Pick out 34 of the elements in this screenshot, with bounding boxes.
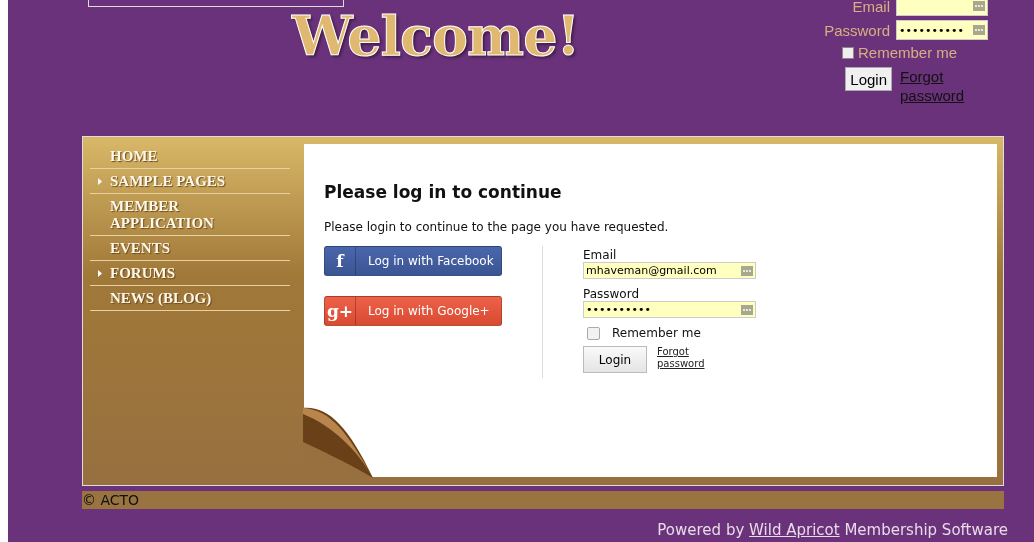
menu-item[interactable]: FORUMS <box>90 261 290 286</box>
password-label: Password <box>583 287 641 301</box>
keyboard-dots-icon <box>741 265 753 276</box>
email-field[interactable]: mhaveman@gmail.com <box>583 262 756 279</box>
powered-by-text: Powered by Wild Apricot Membership Software <box>656 521 1008 539</box>
menu-item[interactable]: EVENTS <box>90 236 290 261</box>
search-field[interactable] <box>88 0 344 7</box>
keyboard-dots-icon <box>973 25 985 35</box>
remember-checkbox[interactable] <box>842 47 854 59</box>
password-label: Password <box>823 21 890 39</box>
remember-label: Remember me <box>612 326 701 340</box>
menu-item[interactable]: NEWS (BLOG) <box>90 286 290 311</box>
keyboard-dots-icon <box>741 304 753 315</box>
facebook-login-button[interactable]: f Log in with Facebook <box>324 246 502 276</box>
page-curl-drawing <box>303 407 373 478</box>
wild-apricot-link[interactable]: Wild Apricot <box>749 521 840 539</box>
site-title: Welcome! <box>292 4 580 68</box>
copyright-text: © ACTO <box>82 491 1004 509</box>
email-label: Email <box>583 248 618 262</box>
remember-checkbox[interactable] <box>587 326 600 340</box>
google-login-button[interactable]: g+ Log in with Google+ <box>324 296 502 326</box>
login-button[interactable]: Login <box>845 67 892 91</box>
login-button[interactable]: Login <box>583 346 647 373</box>
password-field[interactable]: •••••••••• <box>896 20 988 40</box>
email-field[interactable] <box>896 0 988 16</box>
submenu-arrow-icon <box>98 270 102 277</box>
remember-label: Remember me <box>858 44 959 61</box>
login-heading: Please log in to continue <box>324 182 563 202</box>
submenu-arrow-icon <box>98 178 102 185</box>
keyboard-dots-icon <box>973 1 985 11</box>
forgot-password-link[interactable]: Forgot password <box>657 346 717 370</box>
intro-text: Please login to continue to the page you have requested. <box>324 220 670 234</box>
password-field[interactable]: •••••••••• <box>583 301 756 318</box>
email-label: Email <box>851 0 890 15</box>
